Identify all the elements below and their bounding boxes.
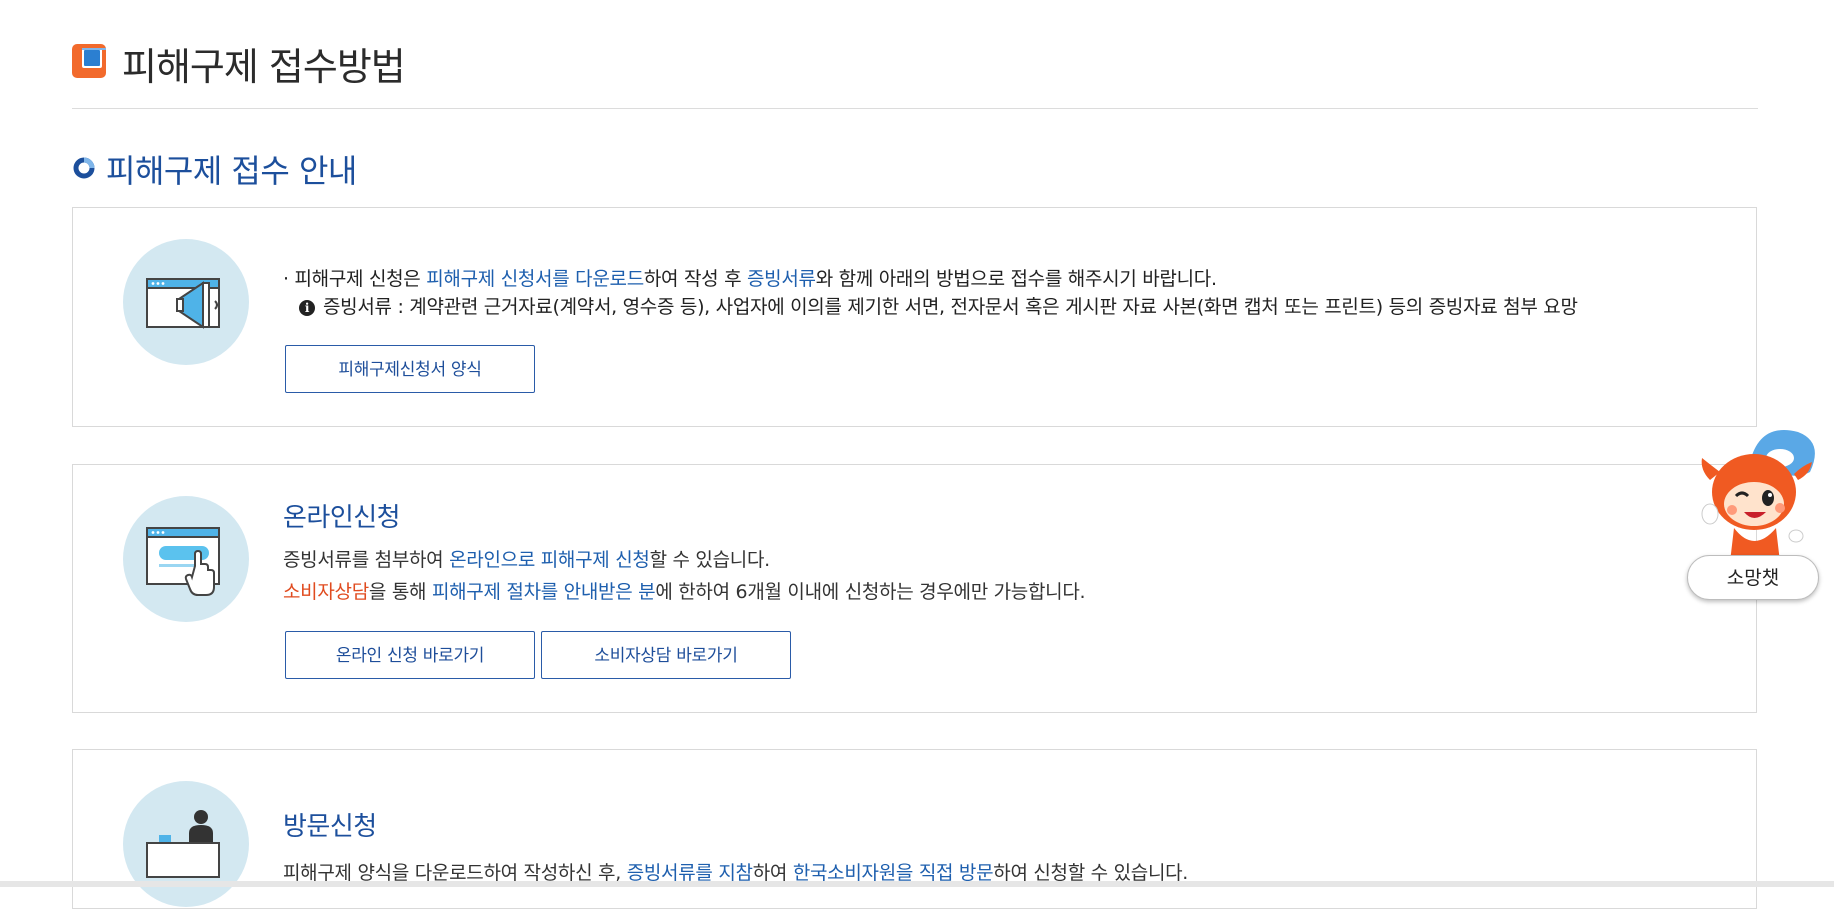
- application-form-button[interactable]: 피해구제신청서 양식: [285, 345, 535, 393]
- page-header: 피해구제 접수방법: [72, 32, 1758, 109]
- online-apply-button[interactable]: 온라인 신청 바로가기: [285, 631, 535, 679]
- online-card: 온라인신청 증빙서류를 첨부하여 온라인으로 피해구제 신청할 수 있습니다. …: [72, 464, 1757, 713]
- online-highlight: 온라인으로 피해구제 신청: [449, 549, 650, 571]
- documents-note: 증빙서류 : 계약관련 근거자료(계약서, 영수증 등), 사업자에 이의를 제…: [323, 296, 1578, 318]
- online-apply-icon: [123, 496, 249, 622]
- ring-icon: [73, 157, 95, 179]
- procedure-highlight: 피해구제 절차를 안내받은 분: [431, 581, 656, 603]
- notice-text: 와 함께 아래의 방법으로 접수를 해주시기 바랍니다.: [815, 268, 1217, 290]
- notice-text: 피해구제 신청은: [288, 268, 427, 290]
- online-text: 에 한하여 6개월 이내에 신청하는 경우에만 가능합니다.: [655, 581, 1086, 603]
- online-text: 증빙서류를 첨부하여: [283, 549, 450, 571]
- online-text: 을 통해: [368, 581, 432, 603]
- section-title: 피해구제 접수 안내: [106, 152, 357, 190]
- notice-line-1: · 피해구제 신청은 피해구제 신청서를 다운로드하여 작성 후 증빙서류와 함…: [283, 264, 1217, 291]
- visit-title: 방문신청: [283, 812, 377, 842]
- online-line-2: 소비자상담을 통해 피해구제 절차를 안내받은 분에 한하여 6개월 이내에 신…: [283, 577, 1086, 604]
- download-link-text: 피해구제 신청서를 다운로드: [426, 268, 644, 290]
- consultation-button[interactable]: 소비자상담 바로가기: [541, 631, 791, 679]
- horizontal-scrollbar[interactable]: [0, 881, 1834, 887]
- square-title-icon: [72, 44, 106, 78]
- documents-text: 증빙서류: [747, 268, 816, 290]
- online-text: 할 수 있습니다.: [649, 549, 771, 571]
- notice-text: 하여 작성 후: [643, 268, 747, 290]
- announcement-icon: [123, 239, 249, 365]
- info-icon: i: [299, 300, 315, 316]
- online-line-1: 증빙서류를 첨부하여 온라인으로 피해구제 신청할 수 있습니다.: [283, 545, 770, 572]
- consultation-highlight: 소비자상담: [283, 581, 369, 603]
- chatbot-label[interactable]: 소망챗: [1687, 555, 1819, 600]
- online-title: 온라인신청: [283, 503, 401, 533]
- page-title: 피해구제 접수방법: [122, 45, 406, 89]
- notice-card: · 피해구제 신청은 피해구제 신청서를 다운로드하여 작성 후 증빙서류와 함…: [72, 207, 1757, 427]
- visit-desk-icon: [123, 781, 249, 907]
- notice-line-2: i 증빙서류 : 계약관련 근거자료(계약서, 영수증 등), 사업자에 이의를 …: [299, 292, 1578, 319]
